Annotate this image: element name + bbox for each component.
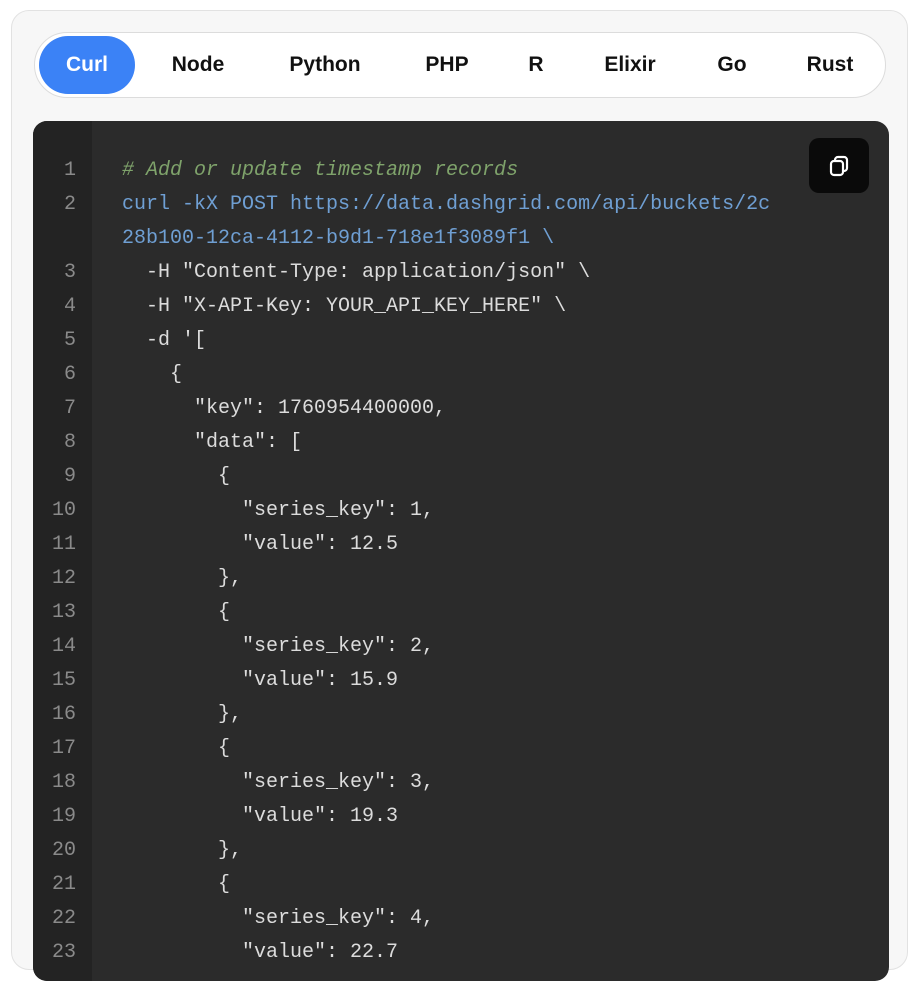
code-line: 4 -H "X-API-Key: YOUR_API_KEY_HERE" \	[33, 290, 889, 324]
code-text: {	[122, 737, 231, 760]
code-text: },	[122, 703, 243, 726]
code-text: "series_key": 1,	[122, 499, 435, 522]
code-text: "value": 12.5	[122, 533, 399, 556]
code-line: 7 "key": 1760954400000,	[33, 392, 889, 426]
code-line: 17 {	[33, 732, 889, 766]
code-block: 1 # Add or update timestamp records 2 curl …	[33, 121, 889, 981]
code-text: curl -kX POST https://data.dashgrid.com/…	[122, 193, 771, 216]
api-example-card: Curl Node Python PHP R Elixir Go Rust 1 #…	[11, 10, 908, 981]
line-number: 14	[51, 635, 76, 658]
line-number: 18	[51, 771, 76, 794]
code-line: 1 # Add or update timestamp records	[33, 154, 889, 188]
code-text: -d '[	[122, 329, 207, 352]
code-line: 14 "series_key": 2,	[33, 630, 889, 664]
tab-elixir[interactable]: Elixir	[567, 36, 693, 94]
line-number: 20	[51, 839, 76, 862]
code-line: 15 "value": 15.9	[33, 664, 889, 698]
code-text: },	[122, 839, 243, 862]
code-line: 12 },	[33, 562, 889, 596]
code-lines: 1 # Add or update timestamp records 2 curl …	[33, 154, 889, 970]
code-line: 9 {	[33, 460, 889, 494]
code-line: 2 curl -kX POST https://data.dashgrid.com…	[33, 188, 889, 222]
code-text: "series_key": 2,	[122, 635, 435, 658]
code-line: 28b100-12ca-4112-b9d1-718e1f3089f1 \	[33, 222, 889, 256]
tab-go[interactable]: Go	[693, 36, 771, 94]
code-text: "series_key": 3,	[122, 771, 435, 794]
code-text: "value": 22.7	[122, 941, 399, 964]
code-line: 22 "series_key": 4,	[33, 902, 889, 936]
tab-rust[interactable]: Rust	[771, 36, 889, 94]
code-line: 21 {	[33, 868, 889, 902]
code-text: "data": [	[122, 431, 303, 454]
code-line: 8 "data": [	[33, 426, 889, 460]
code-text: {	[122, 465, 231, 488]
line-number: 8	[63, 431, 76, 454]
code-line: 5 -d '[	[33, 324, 889, 358]
code-text: # Add or update timestamp records	[122, 159, 519, 182]
line-number: 9	[63, 465, 76, 488]
copy-icon	[829, 155, 849, 176]
code-line: 6 {	[33, 358, 889, 392]
line-number: 12	[51, 567, 76, 590]
code-line: 16 },	[33, 698, 889, 732]
code-text: {	[122, 601, 231, 624]
copy-button[interactable]	[809, 138, 869, 193]
code-line: 10 "series_key": 1,	[33, 494, 889, 528]
tab-python[interactable]: Python	[261, 36, 389, 94]
line-number: 5	[63, 329, 76, 352]
tab-r[interactable]: R	[505, 36, 567, 94]
code-line: 20 },	[33, 834, 889, 868]
line-number: 16	[51, 703, 76, 726]
line-number: 3	[63, 261, 76, 284]
code-line: 23 "value": 22.7	[33, 936, 889, 970]
code-text: -H "Content-Type: application/json" \	[122, 261, 591, 284]
line-number: 19	[51, 805, 76, 828]
code-line: 3 -H "Content-Type: application/json" \	[33, 256, 889, 290]
line-number: 15	[51, 669, 76, 692]
code-line: 18 "series_key": 3,	[33, 766, 889, 800]
line-number: 13	[51, 601, 76, 624]
line-number: 6	[63, 363, 76, 386]
tab-php[interactable]: PHP	[389, 36, 505, 94]
code-text: "key": 1760954400000,	[122, 397, 447, 420]
line-number: 23	[51, 941, 76, 964]
code-text: },	[122, 567, 243, 590]
line-number: 22	[51, 907, 76, 930]
tab-curl[interactable]: Curl	[39, 36, 135, 94]
code-text: "series_key": 4,	[122, 907, 435, 930]
tab-node[interactable]: Node	[135, 36, 261, 94]
code-text: -H "X-API-Key: YOUR_API_KEY_HERE" \	[122, 295, 567, 318]
code-line: 13 {	[33, 596, 889, 630]
code-text: "value": 19.3	[122, 805, 399, 828]
code-text: "value": 15.9	[122, 669, 399, 692]
line-number: 4	[63, 295, 76, 318]
code-line: 19 "value": 19.3	[33, 800, 889, 834]
line-number: 17	[51, 737, 76, 760]
code-text: {	[122, 363, 183, 386]
line-number: 2	[63, 193, 76, 216]
code-line: 11 "value": 12.5	[33, 528, 889, 562]
line-number: 1	[63, 159, 76, 182]
code-text: {	[122, 873, 231, 896]
line-number: 10	[51, 499, 76, 522]
line-number: 7	[63, 397, 76, 420]
line-number: 11	[51, 533, 76, 556]
line-number: 21	[51, 873, 76, 896]
code-text: 28b100-12ca-4112-b9d1-718e1f3089f1 \	[122, 227, 555, 250]
language-tabs: Curl Node Python PHP R Elixir Go Rust	[34, 32, 886, 98]
